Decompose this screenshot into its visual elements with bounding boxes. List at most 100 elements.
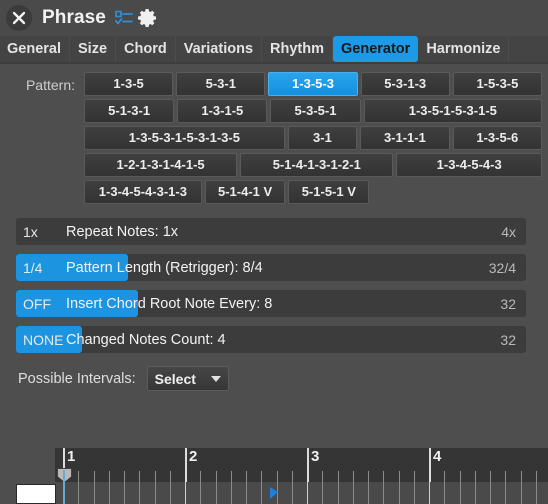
timeline-tick [383,471,384,482]
timeline-tick [261,471,262,482]
tab-chord[interactable]: Chord [116,36,176,62]
timeline-grid-line [521,482,522,504]
timeline-grid-line [185,482,186,504]
pattern-button[interactable]: 5-1-4-1-3-1-2-1 [240,153,394,177]
slider-min-value: NONE [23,331,64,348]
timeline-grid-line [292,482,293,504]
pattern-button[interactable]: 1-3-4-5-4-3-1-3 [84,180,202,204]
pattern-button[interactable]: 5-1-5-1 V [288,180,370,204]
tab-bar: General Size Chord Variations Rhythm Generato… [0,36,548,64]
timeline-grid-line [246,482,247,504]
timeline-grid-line [322,482,323,504]
timeline-grid-line [139,482,140,504]
tab-variations[interactable]: Variations [176,36,263,62]
timeline-tick [338,471,339,482]
timeline-tick [231,471,232,482]
generator-panel: Pattern: 1-3-5 5-3-1 1-3-5-3 5-3-1-3 1-5-3-5… [0,64,548,504]
timeline-tick [277,471,278,482]
timeline-grid-line [368,482,369,504]
timeline-grid-line [200,482,201,504]
pattern-button[interactable]: 1-3-5-3-1-5-3-1-3-5 [84,126,285,150]
timeline-grid[interactable] [55,482,548,504]
pattern-button[interactable]: 3-1 [287,126,358,150]
possible-intervals-label: Possible Intervals: [18,370,136,387]
timeline-grid-line [383,482,384,504]
timeline-tick [292,471,293,482]
timeline-bar-line [429,448,431,482]
timeline-grid-line [277,482,278,504]
possible-intervals-row: Possible Intervals: Select [0,362,548,391]
timeline-grid-line [307,482,308,504]
pattern-button[interactable]: 1-3-5-3 [268,72,358,96]
timeline-grid-line [353,482,354,504]
close-x-icon [11,10,27,26]
slider-title: Pattern Length (Retrigger): 8/4 [66,259,263,276]
timeline-grid-line [414,482,415,504]
header-icon-group [115,8,158,28]
timeline[interactable]: 1 2 3 4 [0,448,548,504]
slider-row[interactable]: 1x Repeat Notes: 1x 4x [16,218,526,245]
pattern-button[interactable]: 1-2-1-3-1-4-1-5 [84,153,238,177]
timeline-tick [475,471,476,482]
slider-row[interactable]: OFF Insert Chord Root Note Every: 8 32 [16,290,526,317]
pattern-row: 5-1-3-1 1-3-1-5 5-3-5-1 1-3-5-1-5-3-1-5 [84,99,543,123]
pattern-button[interactable]: 5-3-1-3 [360,72,450,96]
timeline-tick [505,471,506,482]
timeline-tick [139,471,140,482]
pattern-button[interactable]: 1-3-4-5-4-3 [396,153,542,177]
timeline-tick [444,471,445,482]
keyboard-key-cell[interactable] [16,484,56,504]
pattern-button[interactable]: 5-1-3-1 [84,99,175,123]
timeline-tick [353,471,354,482]
timeline-tick [200,471,201,482]
slider-row[interactable]: 1/4 Pattern Length (Retrigger): 8/4 32/4 [16,254,526,281]
pattern-section: Pattern: 1-3-5 5-3-1 1-3-5-3 5-3-1-3 1-5-3-5… [0,64,548,207]
possible-intervals-select[interactable]: Select [146,366,229,391]
timeline-bar-number: 1 [67,448,76,465]
timeline-grid-line [261,482,262,504]
pattern-button-grid: 1-3-5 5-3-1 1-3-5-3 5-3-1-3 1-5-3-5 5-1-3-1 1-… [84,72,543,207]
slider-title: Changed Notes Count: 4 [66,331,226,348]
timeline-grid-line [78,482,79,504]
pattern-button[interactable]: 1-3-5 [84,72,174,96]
pattern-button[interactable]: 5-3-1 [176,72,266,96]
timeline-grid-line [155,482,156,504]
pattern-label: Pattern: [25,77,75,93]
slider-max-value: 32 [500,295,516,312]
timeline-tick [521,471,522,482]
timeline-bar-number: 3 [311,448,320,465]
pattern-button[interactable]: 5-3-5-1 [270,99,361,123]
close-button[interactable] [6,5,32,31]
slider-section: 1x Repeat Notes: 1x 4x 1/4 Pattern Length (R… [0,211,548,353]
slider-max-value: 32/4 [488,259,516,276]
playhead-line [63,470,65,504]
slider-row[interactable]: NONE Changed Notes Count: 4 32 [16,326,526,353]
tab-rhythm[interactable]: Rhythm [262,36,333,62]
timeline-tick [170,471,171,482]
pattern-button[interactable]: 1-3-1-5 [177,99,268,123]
timeline-grid-line [475,482,476,504]
pattern-button[interactable]: 5-1-4-1 V [204,180,286,204]
tab-generator[interactable]: Generator [333,36,419,62]
pattern-button[interactable]: 1-5-3-5 [452,72,543,96]
pattern-row: 1-3-5 5-3-1 1-3-5-3 5-3-1-3 1-5-3-5 [84,72,543,96]
tab-harmonize[interactable]: Harmonize [418,36,510,62]
timeline-ruler[interactable]: 1 2 3 4 [55,448,548,482]
window-titlebar: Phrase [0,0,548,36]
chevron-down-icon [210,375,221,382]
slider-min-value: 1/4 [23,259,43,276]
timeline-grid-line [124,482,125,504]
pattern-button[interactable]: 1-3-5-6 [452,126,543,150]
checklist-icon[interactable] [115,10,133,26]
pattern-button[interactable]: 3-1-1-1 [360,126,450,150]
timeline-tick [490,471,491,482]
timeline-tick [94,471,95,482]
timeline-grid-line [231,482,232,504]
gear-icon[interactable] [137,8,158,28]
pattern-row: 1-3-4-5-4-3-1-3 5-1-4-1 V 5-1-5-1 V [84,180,542,204]
tab-general[interactable]: General [0,36,70,62]
slider-title: Insert Chord Root Note Every: 8 [66,295,273,312]
slider-min-value: 1x [23,223,38,240]
pattern-button[interactable]: 1-3-5-1-5-3-1-5 [363,99,543,123]
tab-size[interactable]: Size [70,36,117,62]
